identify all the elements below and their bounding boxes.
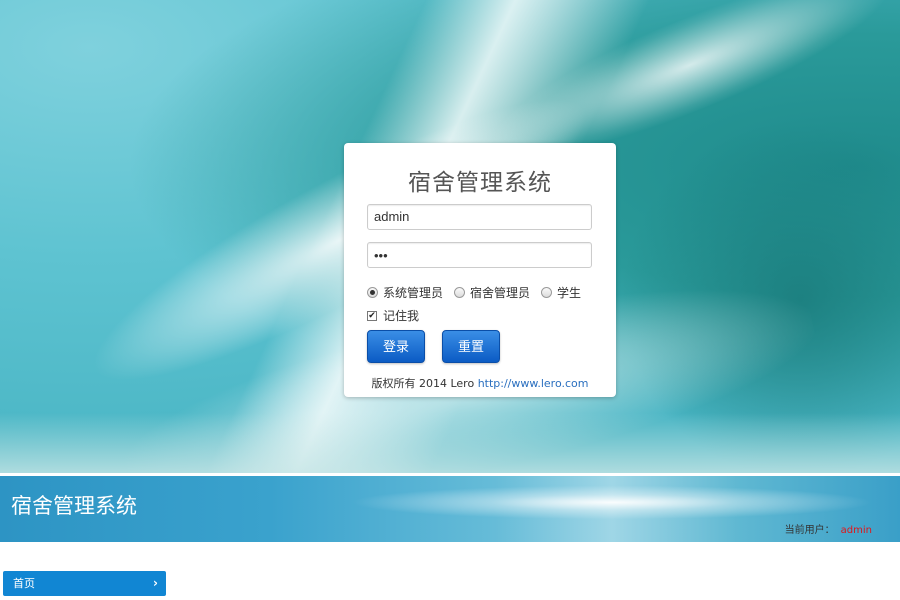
password-input[interactable]: •••: [367, 242, 592, 268]
chevron-right-icon: ›: [153, 576, 158, 590]
username-input[interactable]: [367, 204, 592, 230]
radio-icon[interactable]: [367, 286, 378, 298]
login-title: 宿舍管理系统: [408, 170, 552, 196]
checkbox-icon[interactable]: ✔: [367, 310, 377, 321]
header-banner: 宿舍管理系统 当前用户： admin: [0, 476, 900, 542]
copyright-link[interactable]: http://www.lero.com: [478, 377, 589, 390]
login-card: 宿舍管理系统 ••• 系统管理员 宿舍管理员 学生 ✔ 记住我 登录 重置 版权…: [344, 143, 616, 397]
header-title: 宿舍管理系统: [11, 494, 137, 518]
copyright-text: 版权所有 2014 Lero: [371, 377, 475, 390]
remember-label: 记住我: [383, 309, 420, 323]
background-fade: [0, 413, 900, 473]
role-label: 宿舍管理员: [470, 285, 531, 300]
radio-icon[interactable]: [454, 286, 466, 298]
role-radio-group: 系统管理员 宿舍管理员 学生: [367, 284, 592, 300]
nav-item-label: 首页: [13, 577, 35, 590]
role-option-system-admin[interactable]: 系统管理员: [367, 284, 443, 301]
role-option-dorm-admin[interactable]: 宿舍管理员: [454, 284, 530, 301]
current-user-label: 当前用户：: [784, 525, 835, 536]
role-label: 学生: [557, 285, 582, 300]
current-user-info: 当前用户： admin: [785, 521, 872, 536]
role-option-student[interactable]: 学生: [541, 284, 581, 301]
current-user-name: admin: [840, 525, 872, 536]
role-label: 系统管理员: [383, 285, 444, 300]
copyright: 版权所有 2014 Lero http://www.lero.com: [344, 375, 616, 391]
nav-item-home[interactable]: 首页 ›: [3, 571, 166, 596]
radio-icon[interactable]: [541, 286, 553, 298]
reset-button[interactable]: 重置: [442, 330, 500, 363]
login-button[interactable]: 登录: [367, 330, 425, 363]
remember-me[interactable]: ✔ 记住我: [367, 307, 419, 324]
